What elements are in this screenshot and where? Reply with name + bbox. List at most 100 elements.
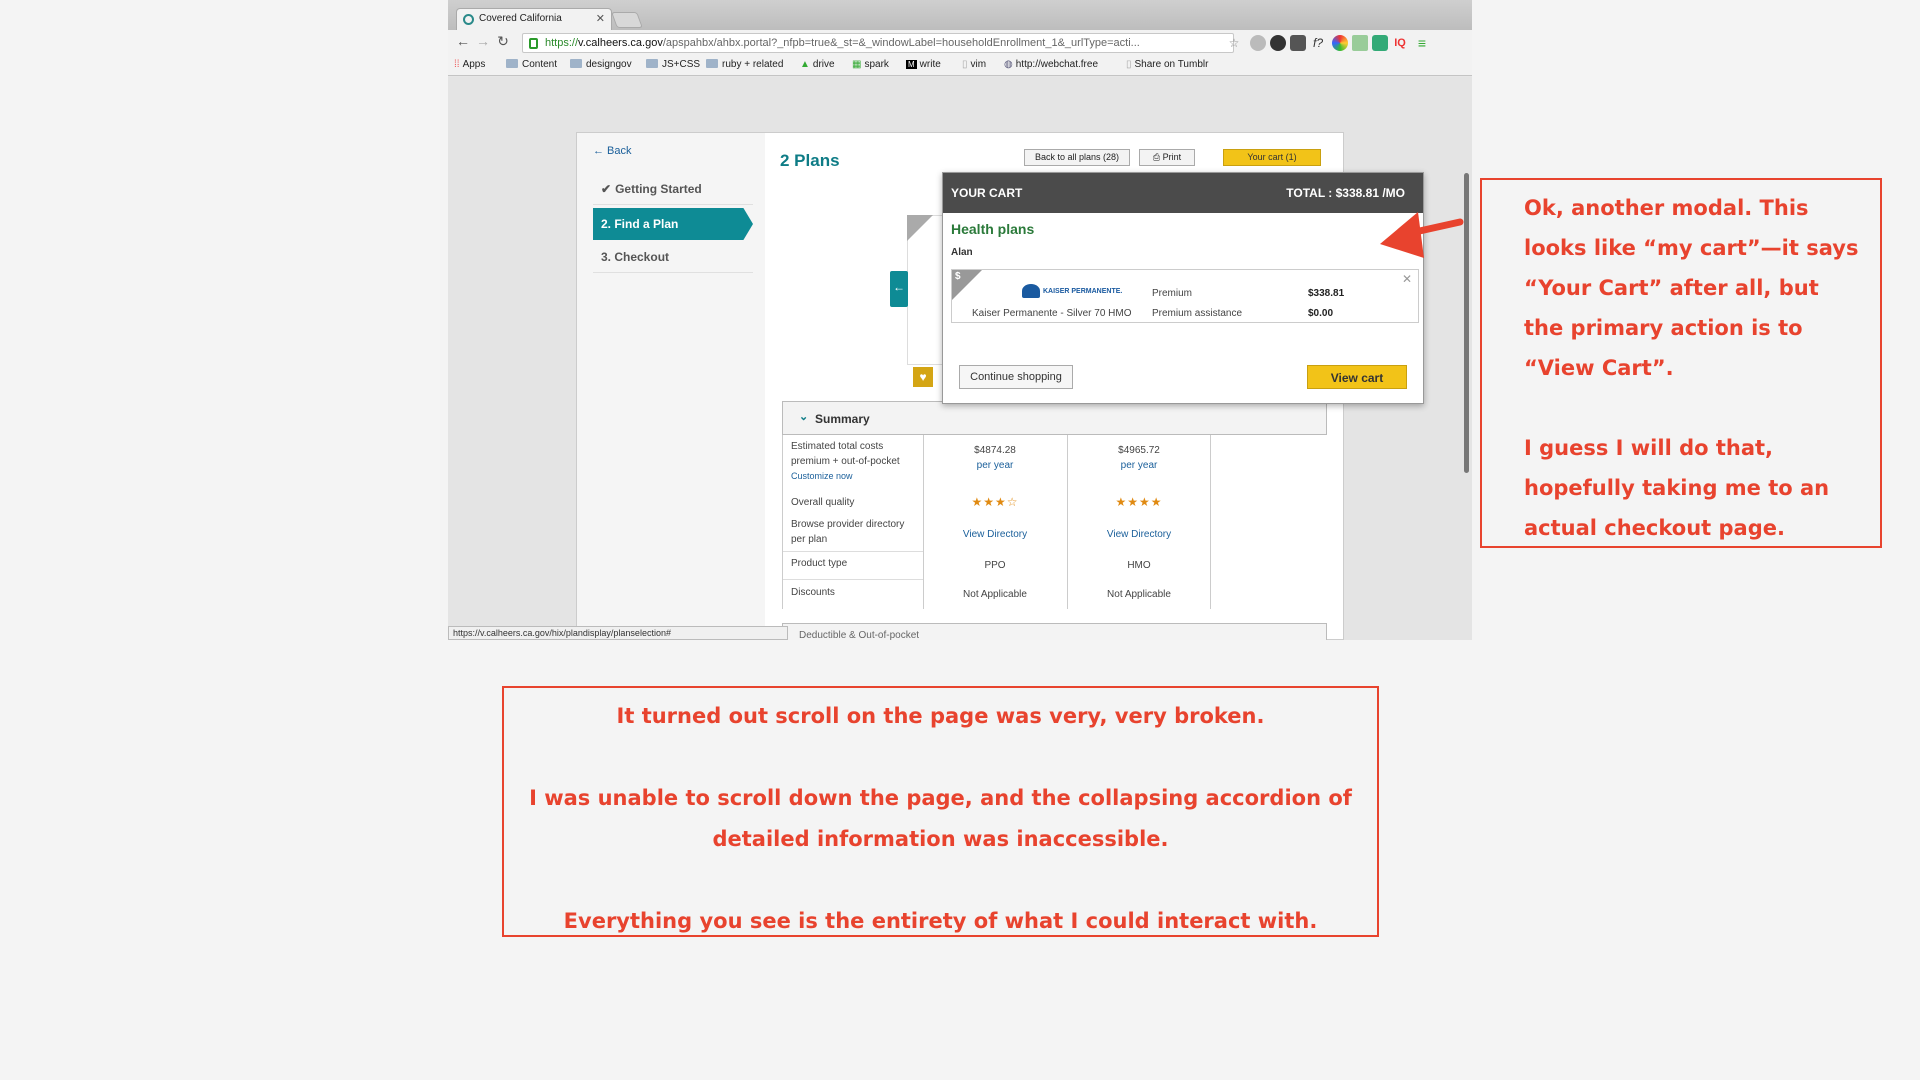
- bookmark-star-icon[interactable]: ☆: [1226, 35, 1242, 51]
- bookmark-folder-designgov[interactable]: designgov: [570, 59, 632, 70]
- member-name: Alan: [951, 247, 973, 258]
- plan2-discounts: Not Applicable: [1107, 589, 1171, 600]
- premium-assistance-label: Premium assistance: [1152, 308, 1243, 319]
- plan1-quality-stars: ★★★☆: [971, 495, 1019, 509]
- address-bar[interactable]: https://v.calheers.ca.gov/apspahbx/ahbx.…: [522, 33, 1234, 53]
- continue-shopping-button[interactable]: Continue shopping: [959, 365, 1073, 389]
- cart-modal: YOUR CART TOTAL : $338.81 /MO Health pla…: [942, 172, 1424, 404]
- iq-extension-icon[interactable]: IQ: [1392, 35, 1408, 51]
- column-divider: [1210, 435, 1211, 609]
- url-scheme: https://: [545, 37, 579, 49]
- column-divider: [1067, 435, 1068, 609]
- print-button[interactable]: ⎙ Print: [1139, 149, 1195, 166]
- step-checkout[interactable]: 3. Checkout: [593, 241, 753, 273]
- annotation-note-bottom: It turned out scroll on the page was ver…: [502, 686, 1379, 937]
- bookmark-vim[interactable]: ▯ vim: [962, 59, 986, 70]
- font-extension-icon[interactable]: f?: [1310, 35, 1326, 51]
- reload-icon[interactable]: ↻: [494, 33, 512, 50]
- row-label-quality: Overall quality: [791, 497, 855, 508]
- covered-california-favicon: [463, 14, 474, 25]
- folder-icon: [570, 59, 582, 68]
- checkmark-icon: ✔: [601, 182, 612, 196]
- extension-dark-icon[interactable]: [1270, 35, 1286, 51]
- bookmark-tumblr[interactable]: ▯ Share on Tumblr: [1126, 59, 1208, 70]
- row-divider: [783, 551, 923, 552]
- page-title: 2 Plans: [780, 151, 840, 170]
- kaiser-permanente-logo: KAISER PERMANENTE.: [1022, 284, 1122, 298]
- plan1-cost: $4874.28 per year: [974, 445, 1016, 471]
- folder-icon: [506, 59, 518, 68]
- forward-arrow-icon[interactable]: →: [474, 33, 492, 49]
- bookmark-folder-jscss[interactable]: JS+CSS: [646, 59, 700, 70]
- row-label-product-type: Product type: [791, 558, 848, 569]
- premium-assistance-value: $0.00: [1308, 308, 1334, 319]
- annotation-arrow-icon: [1380, 212, 1464, 258]
- tab-title: Covered California: [479, 13, 562, 24]
- premium-label: Premium: [1152, 288, 1193, 299]
- plan2-quality-stars: ★★★★: [1115, 495, 1163, 509]
- bookmark-folder-content[interactable]: Content: [506, 59, 557, 70]
- health-plans-heading: Health plans: [951, 221, 1035, 237]
- bookmark-folder-ruby[interactable]: ruby + related: [706, 59, 783, 70]
- plan-name: Kaiser Permanente - Silver 70 HMO: [972, 308, 1132, 319]
- copy-extension-icon[interactable]: [1352, 35, 1368, 51]
- modal-header: YOUR CART TOTAL : $338.81 /MO: [943, 173, 1423, 213]
- customize-now-link[interactable]: Customize now: [791, 469, 931, 484]
- plan2-product-type: HMO: [1127, 560, 1151, 571]
- page-icon: ▯: [1126, 59, 1132, 70]
- favorite-heart-icon[interactable]: ♥: [913, 367, 933, 387]
- carousel-prev-button[interactable]: ←: [890, 271, 908, 307]
- plan-corner-badge: [907, 215, 933, 241]
- url-path: /apspahbx/ahbx.portal?_nfpb=true&_st=&_w…: [662, 37, 1140, 49]
- bookmarks-bar: ⁞⁞ Apps Content designgov JS+CSS ruby + r…: [448, 56, 1472, 76]
- bookmark-spark[interactable]: ▦ spark: [852, 59, 889, 70]
- url-domain: v.calheers.ca.gov: [578, 37, 663, 49]
- menu-icon[interactable]: ≡: [1414, 35, 1430, 51]
- bookmark-webchat[interactable]: ◍ http://webchat.free: [1004, 59, 1098, 70]
- drive-icon: ▲: [800, 59, 810, 70]
- browser-toolbar: ← → ↻ https://v.calheers.ca.gov/apspahbx…: [448, 30, 1472, 56]
- summary-accordion-header[interactable]: ⌄ Summary: [782, 401, 1327, 435]
- pocket-icon[interactable]: [1290, 35, 1306, 51]
- row-label-discounts: Discounts: [791, 587, 835, 598]
- your-cart-button[interactable]: Your cart (1): [1223, 149, 1321, 166]
- page-icon: ▯: [962, 59, 968, 70]
- view-cart-button[interactable]: View cart: [1307, 365, 1407, 389]
- cart-total: TOTAL : $338.81 /MO: [1286, 186, 1405, 200]
- summary-table: Estimated total costs premium + out-of-po…: [782, 435, 1211, 609]
- step-nav: ← Back ✔ Getting Started 2. Find a Plan 3…: [577, 133, 765, 640]
- back-arrow-icon[interactable]: ←: [454, 33, 472, 49]
- extension-ghost-icon[interactable]: [1250, 35, 1266, 51]
- status-bar-url: https://v.calheers.ca.gov/hix/plandispla…: [448, 626, 788, 640]
- spark-icon: ▦: [852, 59, 862, 70]
- browser-tab[interactable]: Covered California ✕: [456, 8, 612, 30]
- plan1-product-type: PPO: [984, 560, 1006, 571]
- close-tab-icon[interactable]: ✕: [596, 12, 605, 25]
- medium-icon: M: [906, 60, 917, 69]
- modal-title: YOUR CART: [951, 186, 1023, 200]
- plan1-view-directory-link[interactable]: View Directory: [925, 527, 1065, 542]
- plan2-view-directory-link[interactable]: View Directory: [1069, 527, 1209, 542]
- premium-value: $338.81: [1308, 288, 1345, 299]
- bookmark-drive[interactable]: ▲ drive: [800, 59, 835, 70]
- row-divider: [783, 579, 923, 580]
- step-find-a-plan[interactable]: 2. Find a Plan: [593, 208, 753, 240]
- deductible-accordion-header[interactable]: Deductible & Out-of-pocket: [782, 623, 1327, 640]
- bookmark-apps[interactable]: ⁞⁞ Apps: [454, 59, 485, 70]
- apps-grid-icon: ⁞⁞: [454, 59, 460, 70]
- color-picker-icon[interactable]: [1332, 35, 1348, 51]
- remove-plan-icon[interactable]: ✕: [1402, 272, 1412, 286]
- summary-label: Summary: [815, 412, 870, 426]
- cart-plan-card: $ KAISER PERMANENTE. Kaiser Permanente -…: [951, 269, 1419, 323]
- new-tab-button[interactable]: [611, 12, 643, 28]
- printer-icon: ⎙: [1152, 152, 1163, 162]
- globe-icon: ◍: [1004, 59, 1013, 70]
- bookmark-write[interactable]: Mwrite: [906, 59, 941, 70]
- row-label-directory: Browse provider directory per plan: [791, 519, 905, 545]
- row-label-costs: Estimated total costs premium + out-of-po…: [791, 439, 931, 484]
- step-getting-started[interactable]: ✔ Getting Started: [593, 173, 753, 205]
- back-to-all-plans-button[interactable]: Back to all plans (28): [1024, 149, 1130, 166]
- back-link[interactable]: ← Back: [593, 145, 632, 157]
- new-badge-extension-icon[interactable]: [1372, 35, 1388, 51]
- plan1-discounts: Not Applicable: [963, 589, 1027, 600]
